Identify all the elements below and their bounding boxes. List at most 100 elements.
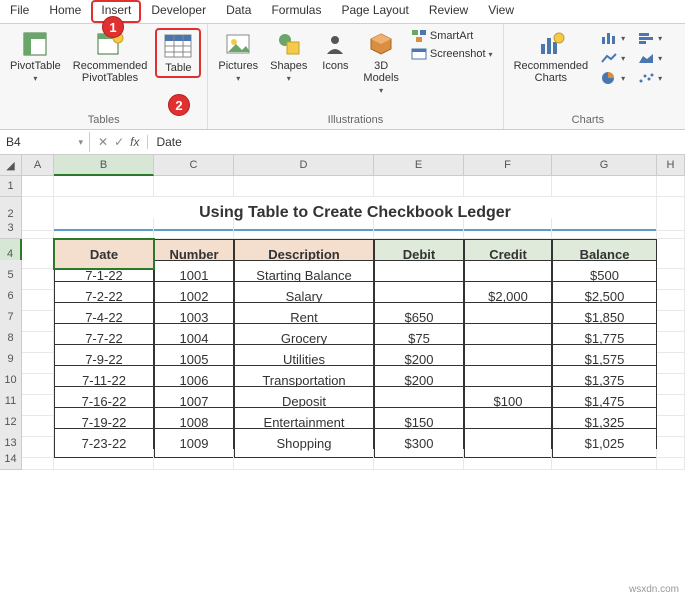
cell-D14[interactable] (234, 449, 374, 470)
chevron-down-icon: ▾ (33, 74, 37, 83)
screenshot-icon (411, 47, 427, 61)
recommended-charts-button[interactable]: Recommended Charts (510, 28, 593, 86)
cell-A1[interactable] (22, 176, 54, 197)
formula-input[interactable]: Date (148, 132, 685, 152)
chart-type-column-button[interactable]: ▾ (596, 30, 629, 46)
shapes-label: Shapes (270, 60, 307, 72)
row-head-1[interactable]: 1 (0, 176, 22, 197)
select-all-corner[interactable]: ◢ (0, 155, 22, 176)
cell-F3[interactable] (464, 218, 552, 239)
cell-D3[interactable] (234, 218, 374, 239)
chart-type-line-button[interactable]: ▾ (596, 50, 629, 66)
line-chart-icon (600, 51, 618, 65)
pie-chart-icon (600, 71, 618, 85)
menu-review[interactable]: Review (419, 0, 478, 23)
fx-button[interactable]: fx (130, 135, 139, 149)
cancel-formula-button[interactable]: ✕ (98, 135, 108, 149)
chevron-down-icon: ▾ (236, 74, 240, 83)
chart-type-area-button[interactable]: ▾ (633, 50, 666, 66)
row-head-14[interactable]: 14 (0, 449, 22, 470)
chart-type-bar-button[interactable]: ▾ (633, 30, 666, 46)
col-head-D[interactable]: D (234, 155, 374, 176)
shapes-button[interactable]: Shapes ▾ (266, 28, 311, 85)
smartart-icon (411, 29, 427, 43)
menu-file[interactable]: File (0, 0, 39, 23)
3d-models-label: 3D Models (363, 60, 398, 84)
table-button[interactable]: Table (155, 28, 201, 78)
col-head-H[interactable]: H (657, 155, 685, 176)
menu-view[interactable]: View (478, 0, 524, 23)
col-head-E[interactable]: E (374, 155, 464, 176)
row-head-3[interactable]: 3 (0, 218, 22, 239)
chevron-down-icon: ▾ (658, 34, 662, 43)
screenshot-button[interactable]: Screenshot ▾ (407, 46, 497, 62)
cell-C1[interactable] (154, 176, 234, 197)
scatter-chart-icon (637, 71, 655, 85)
smartart-button[interactable]: SmartArt (407, 28, 497, 44)
menu-developer[interactable]: Developer (141, 0, 216, 23)
formula-bar: B4 ▾ ✕ ✓ fx Date (0, 130, 685, 155)
cell-F1[interactable] (464, 176, 552, 197)
cell-A3[interactable] (22, 218, 54, 239)
tables-group-label: Tables (6, 112, 201, 129)
cell-H1[interactable] (657, 176, 685, 197)
chart-type-pie-button[interactable]: ▾ (596, 70, 629, 86)
menu-home[interactable]: Home (39, 0, 91, 23)
pivottable-label: PivotTable (10, 60, 61, 72)
pictures-label: Pictures (218, 60, 258, 72)
cell-G14[interactable] (552, 449, 657, 470)
recommended-pivot-label: Recommended PivotTables (73, 60, 148, 84)
cell-B3[interactable] (54, 218, 154, 239)
table-icon (163, 32, 193, 60)
col-head-C[interactable]: C (154, 155, 234, 176)
cell-C3[interactable] (154, 218, 234, 239)
accept-formula-button[interactable]: ✓ (114, 135, 124, 149)
chevron-down-icon: ▾ (658, 54, 662, 63)
cell-A14[interactable] (22, 449, 54, 470)
pictures-button[interactable]: Pictures ▾ (214, 28, 262, 85)
cell-E3[interactable] (374, 218, 464, 239)
ribbon-group-illustrations: Pictures ▾ Shapes ▾ Icons 3D Models ▾ S (208, 24, 503, 129)
area-chart-icon (637, 51, 655, 65)
chevron-down-icon: ▾ (658, 74, 662, 83)
col-head-G[interactable]: G (552, 155, 657, 176)
smartart-label: SmartArt (430, 30, 473, 42)
cell-B1[interactable] (54, 176, 154, 197)
pivottable-icon (21, 30, 49, 58)
icons-icon (321, 30, 349, 58)
chart-type-scatter-button[interactable]: ▾ (633, 70, 666, 86)
col-head-A[interactable]: A (22, 155, 54, 176)
bar-chart-icon (637, 31, 655, 45)
pictures-icon (224, 30, 252, 58)
cell-D1[interactable] (234, 176, 374, 197)
column-chart-icon (600, 31, 618, 45)
chevron-down-icon: ▾ (621, 74, 625, 83)
shapes-icon (275, 30, 303, 58)
recommended-charts-icon (537, 30, 565, 58)
pivottable-button[interactable]: PivotTable ▾ (6, 28, 65, 85)
cell-F14[interactable] (464, 449, 552, 470)
menu-formulas[interactable]: Formulas (261, 0, 331, 23)
chevron-down-icon: ▾ (621, 54, 625, 63)
col-head-B[interactable]: B (54, 155, 154, 176)
chevron-down-icon: ▾ (379, 86, 383, 95)
col-head-F[interactable]: F (464, 155, 552, 176)
cell-C14[interactable] (154, 449, 234, 470)
cell-G1[interactable] (552, 176, 657, 197)
icons-label: Icons (322, 60, 348, 72)
cell-H3[interactable] (657, 218, 685, 239)
cell-B14[interactable] (54, 449, 154, 470)
spreadsheet-grid[interactable]: ◢ABCDEFGH12Using Table to Create Checkbo… (0, 155, 685, 470)
menu-data[interactable]: Data (216, 0, 261, 23)
icons-button[interactable]: Icons (315, 28, 355, 74)
3d-models-button[interactable]: 3D Models ▾ (359, 28, 402, 97)
table-label: Table (165, 62, 191, 74)
menu-page-layout[interactable]: Page Layout (331, 0, 418, 23)
name-box[interactable]: B4 ▾ (0, 132, 90, 152)
cell-H14[interactable] (657, 449, 685, 470)
name-box-value: B4 (6, 135, 21, 149)
illustrations-group-label: Illustrations (214, 112, 496, 129)
cell-E1[interactable] (374, 176, 464, 197)
cell-G3[interactable] (552, 218, 657, 239)
cell-E14[interactable] (374, 449, 464, 470)
